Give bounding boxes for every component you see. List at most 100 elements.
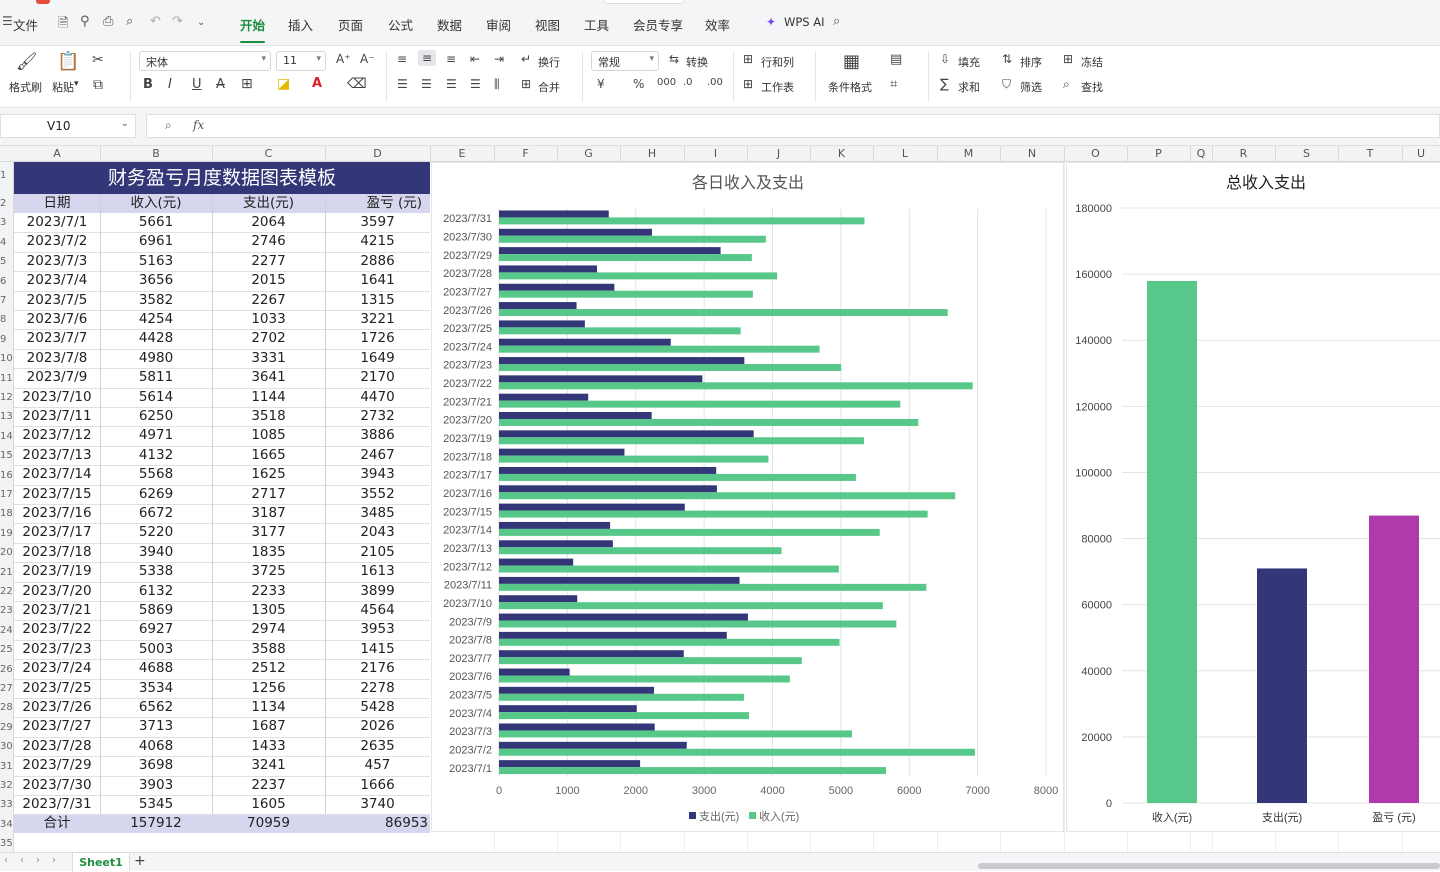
align-top-icon[interactable]: ≡ xyxy=(397,52,407,66)
column-header-k[interactable]: K xyxy=(810,147,873,160)
table-cell[interactable]: 6132 xyxy=(100,582,212,601)
table-cell[interactable]: 1605 xyxy=(212,795,325,814)
table-cell[interactable]: 2023/7/21 xyxy=(14,601,100,620)
find-icon[interactable]: ⌕ xyxy=(1063,77,1070,92)
table-cell[interactable]: 3221 xyxy=(325,310,430,329)
table-cell[interactable]: 5811 xyxy=(100,368,212,387)
table-cell[interactable]: 3656 xyxy=(100,271,212,290)
column-header-u[interactable]: U xyxy=(1402,147,1440,160)
column-header-j[interactable]: J xyxy=(747,147,810,160)
sum-button[interactable]: 求和 xyxy=(958,79,980,95)
row-header-item[interactable]: 4 xyxy=(0,237,13,248)
align-bottom-icon[interactable]: ≡ xyxy=(446,52,456,66)
table-cell[interactable]: 2467 xyxy=(325,446,430,465)
table-cell[interactable]: 5220 xyxy=(100,523,212,542)
share-icon[interactable]: ⚲ xyxy=(80,14,90,29)
row-header-item[interactable]: 15 xyxy=(0,450,13,461)
table-cell[interactable]: 2023/7/14 xyxy=(14,465,100,484)
tab-member[interactable]: 会员专享 xyxy=(633,15,683,34)
table-cell[interactable]: 4564 xyxy=(325,601,430,620)
table-cell[interactable]: 2023/7/9 xyxy=(14,368,100,387)
table-cell[interactable]: 2023/7/3 xyxy=(14,252,100,271)
row-header-item[interactable]: 28 xyxy=(0,702,13,713)
cut-icon[interactable]: ✂ xyxy=(92,52,104,68)
format-painter-icon[interactable]: 🖌 xyxy=(16,52,38,72)
fill-button[interactable]: 填充 xyxy=(958,54,980,70)
column-header-r[interactable]: R xyxy=(1212,147,1275,160)
table-cell[interactable]: 3886 xyxy=(325,426,430,445)
font-name-select[interactable]: 宋体 ▾ xyxy=(139,51,271,71)
currency-icon[interactable]: ¥ xyxy=(597,77,605,91)
row-header-item[interactable]: 2 xyxy=(0,198,13,209)
name-box[interactable]: V10 ⌄ xyxy=(0,114,136,138)
bold-icon[interactable]: B xyxy=(143,77,153,92)
table-header-cell[interactable]: 支出(元) xyxy=(212,194,325,213)
font-color-icon[interactable]: A xyxy=(312,76,322,91)
table-cell[interactable]: 3187 xyxy=(212,504,325,523)
column-header-l[interactable]: L xyxy=(873,147,937,160)
align-center-icon[interactable]: ☰ xyxy=(421,77,432,91)
tab-view[interactable]: 视图 xyxy=(535,15,560,34)
paste-icon[interactable]: 📋 xyxy=(57,51,79,72)
table-cell[interactable]: 1433 xyxy=(212,737,325,756)
table-cell[interactable]: 2176 xyxy=(325,659,430,678)
table-cell[interactable]: 1649 xyxy=(325,349,430,368)
table-cell[interactable]: 2277 xyxy=(212,252,325,271)
row-header-item[interactable]: 35 xyxy=(0,838,13,849)
row-header-item[interactable]: 26 xyxy=(0,664,13,675)
table-cell[interactable]: 3534 xyxy=(100,679,212,698)
table-cell[interactable]: 2023/7/11 xyxy=(14,407,100,426)
table-cell[interactable]: 5345 xyxy=(100,795,212,814)
table-cell[interactable]: 2635 xyxy=(325,737,430,756)
table-cell[interactable]: 3953 xyxy=(325,620,430,639)
table-cell[interactable]: 1726 xyxy=(325,329,430,348)
format-painter-button[interactable]: 格式刷 xyxy=(9,79,42,95)
row-header-item[interactable]: 24 xyxy=(0,625,13,636)
table-cell[interactable]: 1625 xyxy=(212,465,325,484)
table-cell[interactable]: 2023/7/30 xyxy=(14,776,100,795)
first-sheet-icon[interactable]: ‹ xyxy=(4,855,8,866)
table-cell[interactable]: 3582 xyxy=(100,291,212,310)
fill-color-icon[interactable]: ◪ xyxy=(277,76,290,92)
column-header-c[interactable]: C xyxy=(212,147,325,160)
table-cell[interactable]: 3713 xyxy=(100,717,212,736)
row-header-item[interactable]: 12 xyxy=(0,392,13,403)
table-cell[interactable]: 3740 xyxy=(325,795,430,814)
horizontal-scrollbar[interactable] xyxy=(978,863,1440,869)
table-cell[interactable]: 4254 xyxy=(100,310,212,329)
table-cell[interactable]: 1665 xyxy=(212,446,325,465)
column-header-p[interactable]: P xyxy=(1127,147,1190,160)
increase-decimal-icon[interactable]: .0 xyxy=(683,77,693,88)
decrease-decimal-icon[interactable]: .00 xyxy=(707,77,723,88)
column-header-q[interactable]: Q xyxy=(1190,147,1212,160)
table-cell[interactable]: 5614 xyxy=(100,388,212,407)
daily-chart[interactable]: 各日收入及支出 0 1000 2000 3000 4000 5000 6000 7000 8000… xyxy=(431,162,1064,832)
wrap-icon[interactable]: ↵ xyxy=(521,52,531,66)
row-header-item[interactable]: 6 xyxy=(0,276,13,287)
search-icon[interactable]: ⌕ xyxy=(833,14,840,29)
table-cell[interactable]: 2023/7/26 xyxy=(14,698,100,717)
table-cell[interactable]: 1144 xyxy=(212,388,325,407)
table-cell[interactable]: 2023/7/1 xyxy=(14,213,100,232)
cell-style-icon[interactable]: ▤ xyxy=(890,52,902,67)
table-cell[interactable]: 2702 xyxy=(212,329,325,348)
rows-cols-button[interactable]: 行和列 xyxy=(761,54,794,70)
row-header-item[interactable]: 19 xyxy=(0,528,13,539)
total-chart[interactable]: 总收入支出 0 20000 40000 60000 80000 100000 120000 14… xyxy=(1066,162,1440,832)
column-header-h[interactable]: H xyxy=(620,147,684,160)
row-header-item[interactable]: 31 xyxy=(0,761,13,772)
table-cell[interactable]: 2023/7/20 xyxy=(14,582,100,601)
table-cell[interactable]: 2233 xyxy=(212,582,325,601)
table-cell[interactable]: 6562 xyxy=(100,698,212,717)
column-header-a[interactable]: A xyxy=(14,147,100,160)
table-cell[interactable]: 2023/7/5 xyxy=(14,291,100,310)
table-cell[interactable]: 2023/7/10 xyxy=(14,388,100,407)
conditional-format-button[interactable]: 条件格式 xyxy=(828,79,872,95)
zoom-icon[interactable]: ⌕ xyxy=(165,118,172,133)
table-cell[interactable]: 2026 xyxy=(325,717,430,736)
row-header-item[interactable]: 9 xyxy=(0,334,13,345)
table-cell[interactable]: 3943 xyxy=(325,465,430,484)
table-cell[interactable]: 2023/7/8 xyxy=(14,349,100,368)
table-header-cell[interactable]: 盈亏 (元) xyxy=(325,194,430,213)
table-cell[interactable]: 3177 xyxy=(212,523,325,542)
